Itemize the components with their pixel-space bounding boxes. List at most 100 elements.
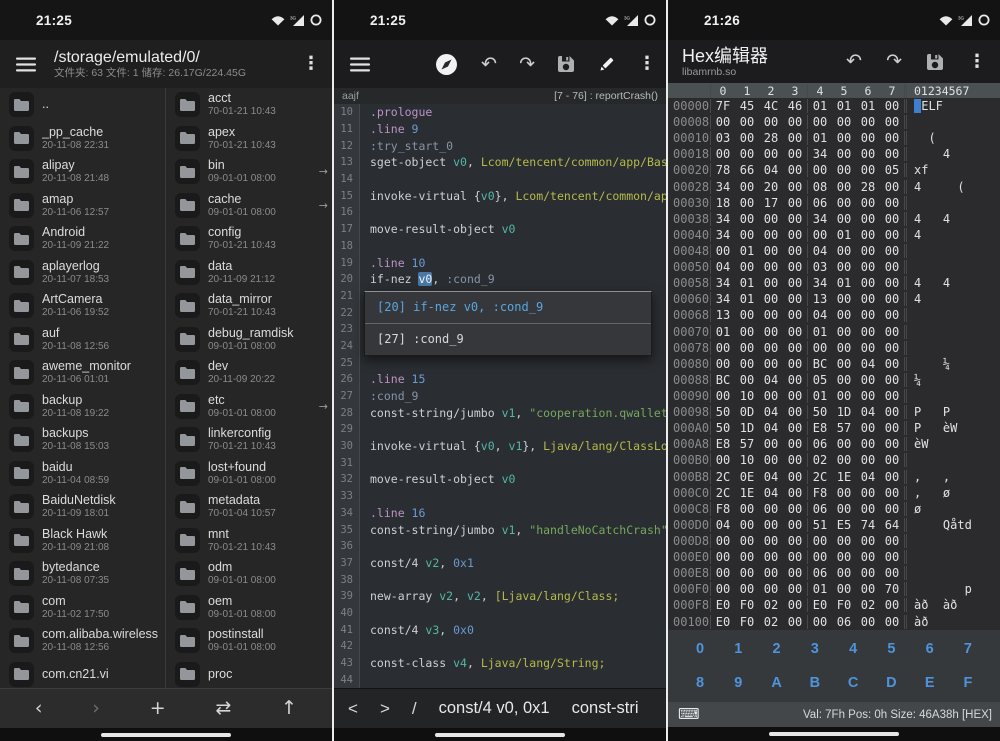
hex-grid[interactable]: 000007F454C4601010100 ELF 00008000000000… (668, 98, 1000, 630)
hex-byte[interactable]: 00 (759, 341, 783, 355)
hex-byte[interactable]: 00 (856, 147, 880, 161)
hex-byte[interactable]: 00 (856, 292, 880, 306)
hex-byte[interactable]: 00 (759, 276, 783, 290)
hex-byte[interactable]: 01 (832, 276, 856, 290)
file-row[interactable]: com20-11-02 17:50 (0, 591, 165, 625)
hex-byte[interactable]: E5 (832, 518, 856, 532)
hex-byte[interactable]: 00 (832, 244, 856, 258)
hex-byte[interactable]: 04 (807, 244, 832, 258)
hex-byte[interactable]: 17 (759, 196, 783, 210)
hex-byte[interactable]: 00 (880, 260, 904, 274)
quickbar-item[interactable]: < (348, 699, 358, 719)
hex-byte[interactable]: 00 (832, 582, 856, 596)
hex-byte[interactable]: 00 (880, 502, 904, 516)
hex-byte[interactable]: E0 (711, 598, 735, 612)
overflow-menu-icon[interactable]: ⋮ (302, 55, 320, 73)
hex-byte[interactable]: 00 (832, 308, 856, 322)
hex-byte[interactable]: 01 (735, 292, 759, 306)
file-row[interactable]: bytedance20-11-08 07:35 (0, 557, 165, 591)
hex-byte[interactable]: 00 (880, 598, 904, 612)
code-line[interactable]: 28const-string/jumbo v1, "cooperation.qw… (334, 404, 666, 421)
hex-byte[interactable]: 00 (783, 212, 807, 226)
hex-byte[interactable]: 00 (856, 260, 880, 274)
hex-byte[interactable]: 00 (759, 566, 783, 580)
hex-byte[interactable]: 00 (807, 550, 832, 564)
hex-byte[interactable]: 7F (711, 99, 735, 113)
hex-byte[interactable]: 00 (880, 147, 904, 161)
hex-byte[interactable]: 00 (783, 518, 807, 532)
code-line[interactable]: 11.line 9 (334, 121, 666, 138)
hex-byte[interactable]: 00 (856, 566, 880, 580)
hex-byte[interactable]: 01 (807, 131, 832, 145)
hex-byte[interactable]: 00 (832, 131, 856, 145)
hex-byte[interactable]: 00 (735, 534, 759, 548)
code-line[interactable]: 14 (334, 171, 666, 188)
file-row[interactable]: oem09-01-01 08:00 (166, 591, 331, 625)
hex-byte[interactable]: 00 (759, 453, 783, 467)
hex-byte[interactable]: 00 (880, 357, 904, 371)
hex-byte[interactable]: 00 (759, 212, 783, 226)
code-line[interactable]: 35const-string/jumbo v1, "handleNoCatchC… (334, 521, 666, 538)
file-row[interactable]: metadata70-01-04 10:57 (166, 490, 331, 524)
file-row[interactable]: auf20-11-08 12:56 (0, 323, 165, 357)
hex-byte[interactable]: 00 (856, 228, 880, 242)
hex-byte[interactable]: 00 (880, 325, 904, 339)
hex-byte[interactable]: 00 (856, 276, 880, 290)
file-row[interactable]: apex70-01-21 10:43 (166, 122, 331, 156)
hex-byte[interactable]: 4C (759, 99, 783, 113)
add-button[interactable]: + (150, 699, 166, 718)
hex-byte[interactable]: 00 (880, 292, 904, 306)
code-line[interactable]: 36 (334, 538, 666, 555)
hex-byte[interactable]: 00 (832, 566, 856, 580)
edit-pencil-icon[interactable] (597, 55, 616, 74)
hex-byte[interactable]: 00 (807, 115, 832, 129)
hex-byte[interactable]: 00 (783, 470, 807, 484)
hex-byte[interactable]: 04 (711, 518, 735, 532)
path-title-box[interactable]: /storage/emulated/0/ 文件夹: 63 文件: 1 储存: 2… (54, 49, 302, 80)
redo-icon[interactable]: ↷ (519, 55, 535, 74)
hex-byte[interactable]: 51 (807, 518, 832, 532)
hex-byte[interactable]: 00 (856, 550, 880, 564)
hex-byte[interactable]: 04 (856, 405, 880, 419)
hex-byte[interactable]: 05 (880, 163, 904, 177)
code-line[interactable]: 10.prologue (334, 104, 666, 121)
hex-byte[interactable]: 04 (711, 260, 735, 274)
hex-byte[interactable]: 02 (759, 598, 783, 612)
hex-byte[interactable]: 00 (880, 534, 904, 548)
hex-byte[interactable]: 00 (832, 260, 856, 274)
file-row[interactable]: linkerconfig70-01-21 10:43 (166, 423, 331, 457)
hex-byte[interactable]: 00 (880, 550, 904, 564)
hex-byte[interactable]: 00 (832, 292, 856, 306)
open-file-tab[interactable]: aajf (342, 90, 359, 102)
hex-byte[interactable]: 00 (832, 453, 856, 467)
hex-byte[interactable]: 1D (735, 421, 759, 435)
hex-byte[interactable]: 02 (807, 453, 832, 467)
hex-byte[interactable]: 2C (711, 470, 735, 484)
hex-byte[interactable]: 00 (759, 228, 783, 242)
hex-byte[interactable]: 03 (711, 131, 735, 145)
hex-byte[interactable]: 00 (783, 244, 807, 258)
code-line[interactable]: 43const-class v4, Ljava/lang/String; (334, 655, 666, 672)
hex-byte[interactable]: 34 (807, 147, 832, 161)
hex-byte[interactable]: 00 (759, 115, 783, 129)
hex-byte[interactable]: 00 (880, 470, 904, 484)
hex-byte[interactable]: 78 (711, 163, 735, 177)
hex-byte[interactable]: E0 (711, 615, 735, 629)
hex-byte[interactable]: 00 (783, 534, 807, 548)
navigate-compass-icon[interactable] (434, 52, 459, 77)
hex-byte[interactable]: 0D (735, 405, 759, 419)
hex-byte[interactable]: 00 (783, 437, 807, 451)
hex-byte[interactable]: 00 (735, 341, 759, 355)
hex-byte[interactable]: 04 (759, 163, 783, 177)
hex-byte[interactable]: 34 (711, 212, 735, 226)
hex-byte[interactable]: 00 (783, 389, 807, 403)
hex-byte[interactable]: 50 (711, 421, 735, 435)
hex-byte[interactable]: 00 (759, 389, 783, 403)
hex-byte[interactable]: F0 (735, 598, 759, 612)
hex-byte[interactable]: 00 (880, 115, 904, 129)
hex-byte[interactable]: 00 (783, 566, 807, 580)
file-row[interactable]: backup20-11-08 19:22 (0, 390, 165, 424)
hex-byte[interactable]: 02 (759, 615, 783, 629)
undo-icon[interactable]: ↶ (481, 55, 497, 74)
hex-byte[interactable]: 00 (807, 228, 832, 242)
